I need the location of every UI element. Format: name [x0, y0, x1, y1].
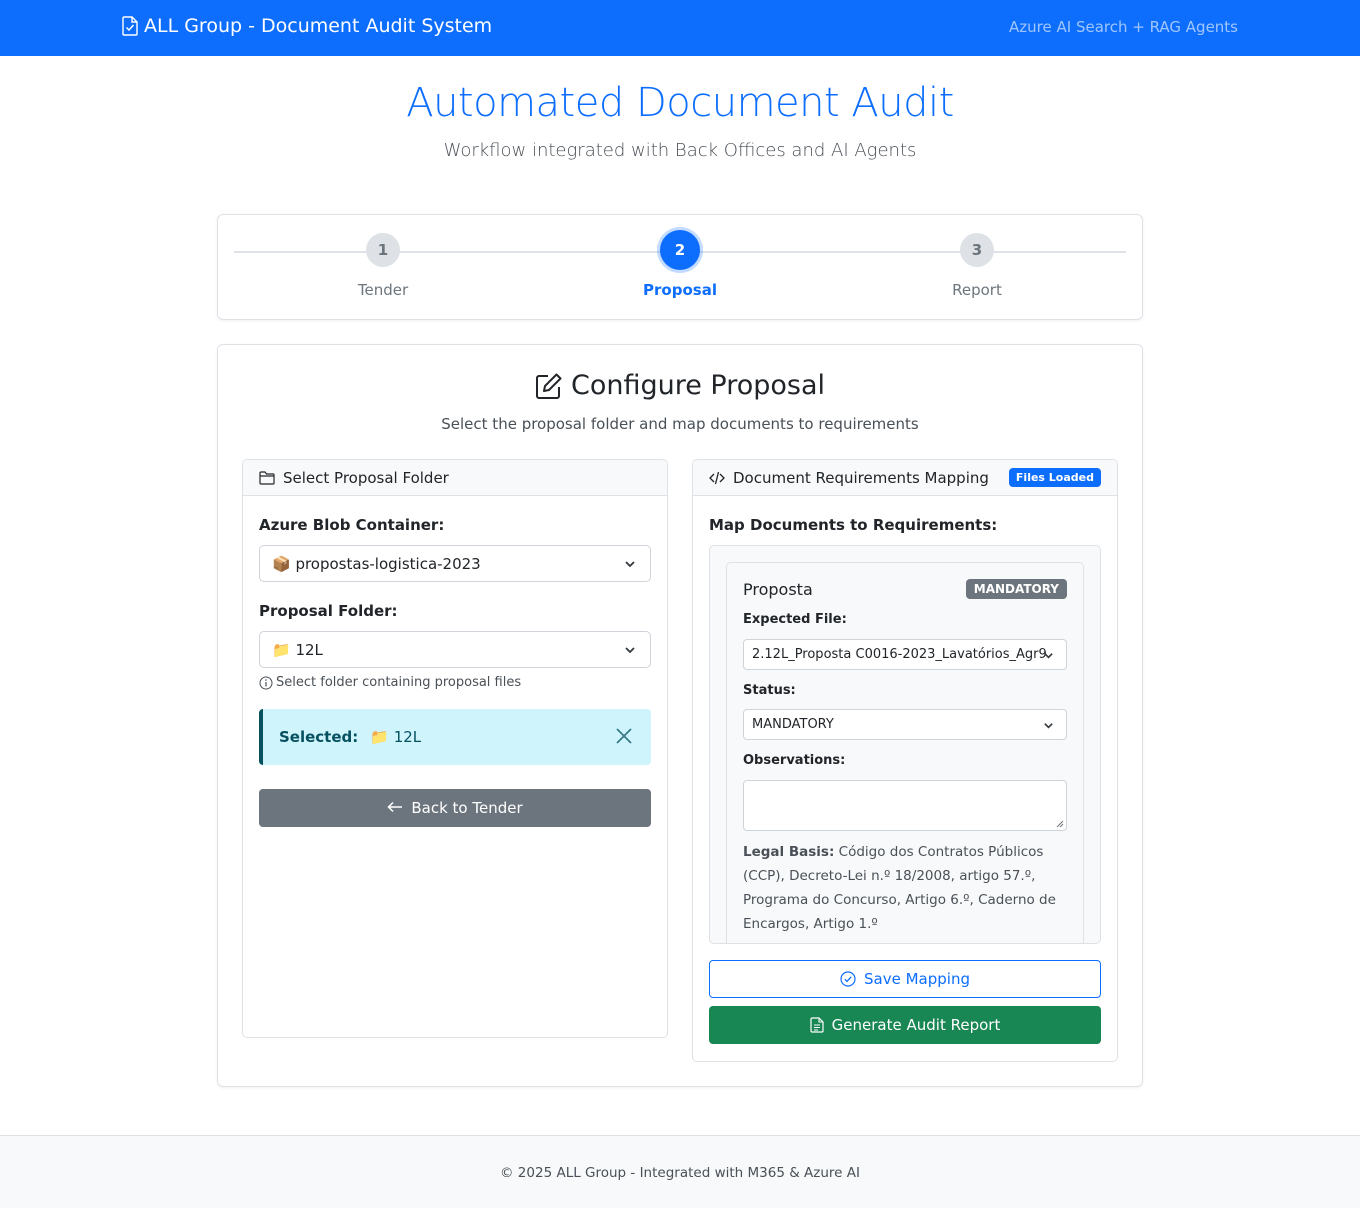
nav-subtitle: Azure AI Search + RAG Agents: [1009, 18, 1238, 36]
card-title-text: Configure Proposal: [570, 370, 826, 401]
status-value: MANDATORY: [752, 717, 834, 732]
observations-textarea[interactable]: [743, 780, 1067, 831]
step-proposal[interactable]: 2 Proposal: [600, 230, 760, 299]
expected-file-value: 2.12L_Proposta C0016-2023_Lavatórios_Agr…: [752, 647, 1047, 662]
back-button-label: Back to Tender: [411, 799, 523, 817]
requirements-list[interactable]: Proposta MANDATORY Expected File: 2.12L_…: [709, 545, 1101, 944]
container-select-value: 📦 propostas-logistica-2023: [272, 554, 481, 573]
page-subtitle: Workflow integrated with Back Offices an…: [443, 140, 917, 161]
brand[interactable]: ALL Group - Document Audit System: [122, 15, 492, 37]
edit-icon: [535, 373, 562, 399]
step-label: Proposal: [643, 281, 717, 299]
chevron-down-icon: [1044, 723, 1053, 729]
brand-title: ALL Group - Document Audit System: [144, 15, 493, 37]
info-icon: [259, 676, 273, 689]
back-to-tender-button[interactable]: Back to Tender: [259, 789, 651, 827]
page-title: Automated Document Audit: [406, 80, 954, 126]
container-select[interactable]: 📦 propostas-logistica-2023: [259, 545, 651, 582]
file-check-icon: [122, 16, 138, 36]
arrow-left-icon: [387, 799, 403, 817]
step-report[interactable]: 3 Report: [897, 233, 1057, 299]
status-label: Status:: [743, 683, 796, 698]
requirements-mapping-panel: Document Requirements Mapping Files Load…: [692, 459, 1118, 1062]
select-folder-panel: Select Proposal Folder Azure Blob Contai…: [242, 459, 668, 1038]
panel-header-label: Document Requirements Mapping: [733, 468, 989, 487]
selected-label: Selected:: [279, 728, 359, 746]
panel-header: Document Requirements Mapping Files Load…: [693, 460, 1117, 496]
step-tender[interactable]: 1 Tender: [303, 233, 463, 299]
folder-label: Proposal Folder:: [259, 602, 398, 620]
step-label: Tender: [357, 281, 409, 299]
panel-header: Select Proposal Folder: [243, 460, 667, 496]
resize-grip-icon[interactable]: [1054, 818, 1064, 828]
panel-header-label: Select Proposal Folder: [283, 468, 449, 487]
chevron-down-icon: [625, 561, 635, 568]
card-subtitle: Select the proposal folder and map docum…: [441, 415, 919, 433]
chevron-down-icon: [1044, 653, 1053, 659]
status-select[interactable]: MANDATORY: [743, 709, 1067, 740]
step-number: 1: [366, 233, 400, 267]
navbar: ALL Group - Document Audit System Azure …: [0, 0, 1360, 56]
mandatory-badge: MANDATORY: [965, 579, 1067, 599]
folder-select-value: 📁 12L: [272, 640, 323, 659]
files-loaded-badge: Files Loaded: [1008, 468, 1101, 487]
requirement-card: Proposta MANDATORY Expected File: 2.12L_…: [726, 562, 1084, 943]
step-number: 3: [960, 233, 994, 267]
workflow-stepper: 1 Tender 2 Proposal 3 Report: [217, 214, 1143, 320]
footer-text: © 2025 ALL Group - Integrated with M365 …: [500, 1165, 860, 1181]
footer: © 2025 ALL Group - Integrated with M365 …: [0, 1135, 1360, 1208]
configure-proposal-card: Configure Proposal Select the proposal f…: [217, 344, 1143, 1087]
observations-label: Observations:: [743, 753, 846, 768]
step-label: Report: [952, 281, 1002, 299]
container-label: Azure Blob Container:: [259, 516, 445, 534]
file-text-icon: [810, 1017, 824, 1033]
legal-basis-label: Legal Basis:: [743, 844, 835, 860]
generate-audit-report-button[interactable]: Generate Audit Report: [709, 1006, 1101, 1044]
close-icon[interactable]: [615, 727, 633, 745]
step-number: 2: [660, 230, 700, 270]
code-icon: [709, 471, 725, 484]
legal-basis: Legal Basis: Código dos Contratos Públic…: [743, 840, 1069, 936]
map-title: Map Documents to Requirements:: [709, 516, 998, 534]
selected-value: 📁 12L: [370, 728, 422, 746]
generate-report-label: Generate Audit Report: [831, 1016, 1001, 1034]
card-title: Configure Proposal: [218, 370, 1142, 401]
expected-file-select[interactable]: 2.12L_Proposta C0016-2023_Lavatórios_Agr…: [743, 639, 1067, 670]
folder-select[interactable]: 📁 12L: [259, 631, 651, 668]
requirement-name: Proposta: [743, 580, 813, 599]
selected-folder-alert: Selected: 📁 12L: [259, 709, 651, 765]
folder-icon: [259, 470, 275, 485]
folder-help: Select folder containing proposal files: [259, 675, 521, 690]
save-mapping-button[interactable]: Save Mapping: [709, 960, 1101, 998]
chevron-down-icon: [625, 647, 635, 654]
folder-help-text: Select folder containing proposal files: [276, 675, 522, 690]
expected-file-label: Expected File:: [743, 612, 847, 627]
check-circle-icon: [840, 971, 856, 987]
save-mapping-label: Save Mapping: [864, 970, 970, 988]
